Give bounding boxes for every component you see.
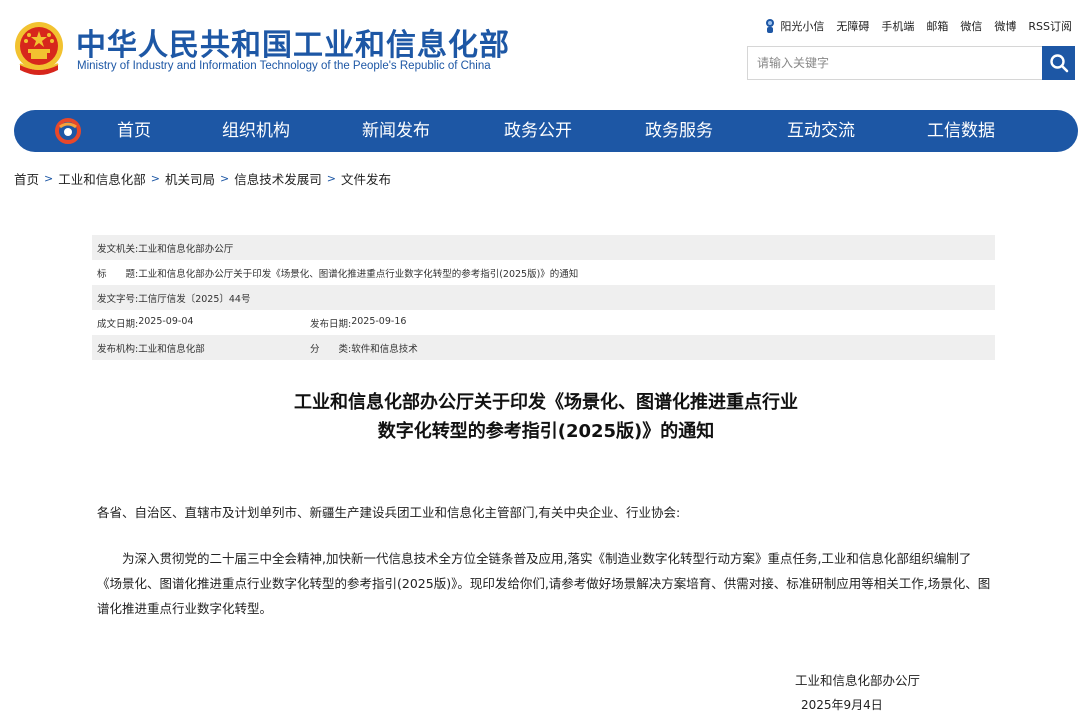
document-info-table: 发文机关: 工业和信息化部办公厅 标 题: 工业和信息化部办公厅关于印发《场景化… — [92, 235, 995, 360]
info-row-org: 发布机构: 工业和信息化部 分 类: 软件和信息技术 — [92, 335, 995, 360]
info-label: 成文日期: — [97, 318, 139, 330]
nav-item-data[interactable]: 工信数据 — [927, 110, 995, 152]
info-value: 软件和信息技术 — [351, 343, 418, 355]
top-link-wechat[interactable]: 微信 — [960, 18, 982, 34]
breadcrumb-documents[interactable]: 文件发布 — [341, 169, 391, 188]
document-title: 工业和信息化部办公厅关于印发《场景化、图谱化推进重点行业 数字化转型的参考指引(… — [0, 388, 1080, 446]
mascot-icon — [766, 19, 775, 33]
info-row-issuer: 发文机关: 工业和信息化部办公厅 — [92, 235, 995, 260]
search-input[interactable] — [748, 47, 1044, 79]
info-label: 标 题: — [97, 268, 139, 280]
info-value: 工业和信息化部办公厅关于印发《场景化、图谱化推进重点行业数字化转型的参考指引(2… — [138, 268, 579, 280]
info-cell-org: 发布机构: 工业和信息化部 — [97, 341, 310, 355]
info-label: 发布日期: — [310, 318, 352, 330]
info-value: 2025-09-16 — [351, 315, 407, 327]
breadcrumb-separator-icon: > — [219, 172, 230, 185]
info-row-doc-number: 发文字号: 工信厅信发〔2025〕44号 — [92, 285, 995, 310]
breadcrumb-separator-icon: > — [44, 172, 54, 185]
site-logo-subtitle[interactable]: Ministry of Industry and Information Tec… — [77, 60, 491, 72]
top-link-mail[interactable]: 邮箱 — [926, 18, 948, 34]
info-row-dates: 成文日期: 2025-09-04 发布日期: 2025-09-16 — [92, 310, 995, 335]
info-label: 分 类: — [310, 343, 352, 355]
nav-item-news[interactable]: 新闻发布 — [362, 110, 430, 152]
nav-item-home[interactable]: 首页 — [117, 110, 151, 152]
search-box — [747, 46, 1075, 80]
top-link-mobile[interactable]: 手机端 — [881, 18, 914, 34]
top-link-weibo[interactable]: 微博 — [994, 18, 1016, 34]
breadcrumb-departments[interactable]: 机关司局 — [165, 169, 215, 188]
nav-item-services[interactable]: 政务服务 — [645, 110, 713, 152]
site-header: 中华人民共和国工业和信息化部 Ministry of Industry and … — [0, 0, 1080, 104]
breadcrumb-separator-icon: > — [150, 172, 160, 185]
info-label: 发布机构: — [97, 343, 139, 355]
breadcrumb-ministry[interactable]: 工业和信息化部 — [58, 169, 146, 188]
info-label: 发文字号: — [97, 293, 139, 305]
info-value: 工业和信息化部办公厅 — [138, 243, 234, 255]
document-title-line: 工业和信息化部办公厅关于印发《场景化、图谱化推进重点行业 — [294, 392, 798, 413]
signature-date: 2025年9月4日 — [801, 698, 883, 712]
search-button[interactable] — [1042, 46, 1075, 80]
nav-item-government-affairs[interactable]: 政务公开 — [504, 110, 572, 152]
document-salutation: 各省、自治区、直辖市及计划单列市、新疆生产建设兵团工业和信息化主管部门,有关中央… — [97, 505, 681, 520]
top-links: 阳光小信 无障碍 手机端 邮箱 微信 微博 RSS订阅 — [764, 18, 1072, 34]
top-link-label: 阳光小信 — [780, 20, 825, 33]
nav-item-organization[interactable]: 组织机构 — [222, 110, 290, 152]
search-icon — [1049, 54, 1068, 73]
info-row-title: 标 题: 工业和信息化部办公厅关于印发《场景化、图谱化推进重点行业数字化转型的参… — [92, 260, 995, 285]
document-title-line: 数字化转型的参考指引(2025版)》的通知 — [377, 421, 715, 442]
document-paragraph: 为深入贯彻党的二十届三中全会精神,加快新一代信息技术全方位全链条普及应用,落实《… — [97, 551, 991, 616]
breadcrumb: 首页 > 工业和信息化部 > 机关司局 > 信息技术发展司 > 文件发布 — [14, 169, 391, 188]
top-link-sunshine[interactable]: 阳光小信 — [764, 18, 824, 34]
breadcrumb-separator-icon: > — [326, 172, 336, 185]
nav-item-interaction[interactable]: 互动交流 — [787, 110, 855, 152]
ministry-logo-icon[interactable] — [54, 117, 82, 145]
main-nav: 首页 组织机构 新闻发布 政务公开 政务服务 互动交流 工信数据 — [14, 110, 1078, 152]
info-cell-category: 分 类: 软件和信息技术 — [310, 341, 418, 355]
breadcrumb-home[interactable]: 首页 — [14, 169, 39, 188]
info-value: 工信厅信发〔2025〕44号 — [138, 293, 251, 305]
info-cell-written: 成文日期: 2025-09-04 — [97, 316, 310, 330]
signature-issuer: 工业和信息化部办公厅 — [795, 673, 921, 688]
site-logo-title[interactable]: 中华人民共和国工业和信息化部 — [76, 20, 510, 64]
breadcrumb-it-department[interactable]: 信息技术发展司 — [234, 169, 322, 188]
document-signature: 工业和信息化部办公厅 2025年9月4日 — [795, 668, 920, 718]
info-value: 2025-09-04 — [138, 315, 194, 327]
top-link-rss[interactable]: RSS订阅 — [1028, 18, 1072, 34]
info-value: 工业和信息化部 — [138, 343, 205, 355]
info-label: 发文机关: — [97, 243, 139, 255]
info-cell-published: 发布日期: 2025-09-16 — [310, 316, 406, 330]
top-link-accessibility[interactable]: 无障碍 — [836, 18, 869, 34]
national-emblem-icon — [15, 22, 63, 75]
